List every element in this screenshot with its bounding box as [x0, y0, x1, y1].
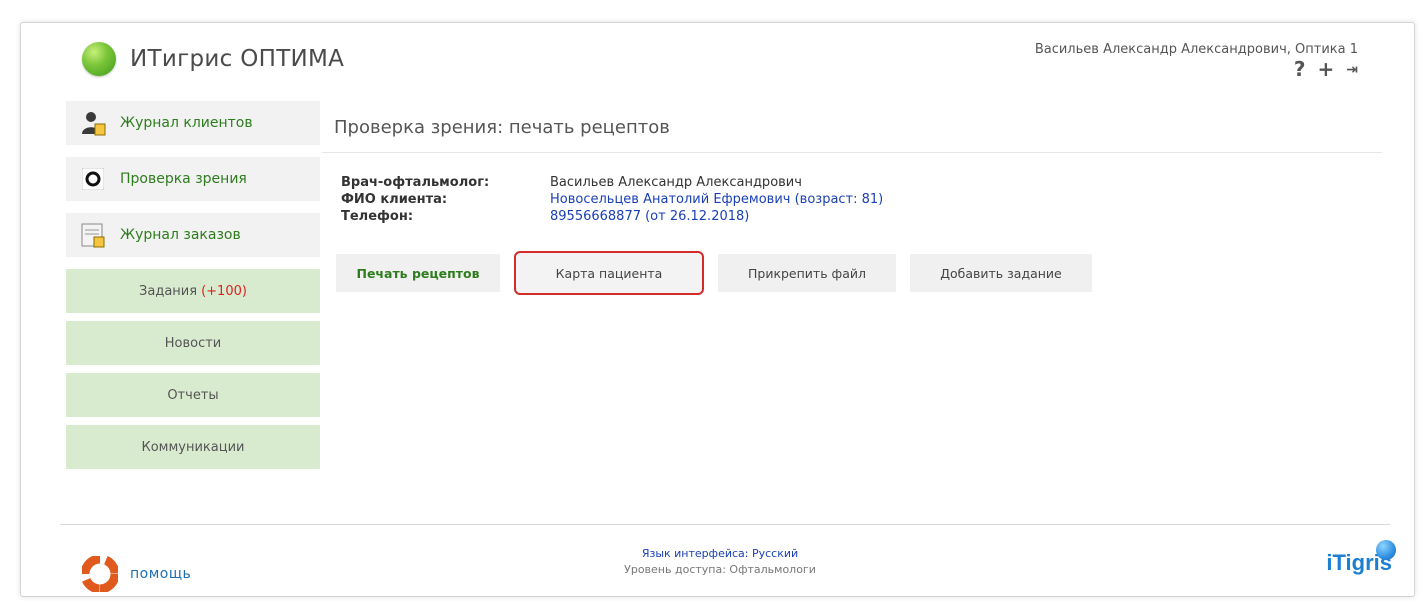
- sidebar-item-news[interactable]: Новости: [66, 321, 320, 365]
- tab-patient-card[interactable]: Карта пациента: [514, 251, 704, 295]
- sidebar-item-label: Задания: [139, 283, 198, 299]
- tab-attach-file[interactable]: Прикрепить файл: [718, 254, 896, 292]
- sidebar: Журнал клиентов Проверка зрения Журнал з…: [66, 101, 320, 477]
- sidebar-item-label: Новости: [164, 335, 222, 351]
- action-tabs: Печать рецептов Карта пациента Прикрепит…: [336, 251, 1092, 295]
- help-link[interactable]: помощь: [82, 556, 191, 592]
- tasks-count-badge: (+100): [201, 283, 247, 299]
- sidebar-item-client-journal[interactable]: Журнал клиентов: [66, 101, 320, 145]
- brand-dot-icon: [1376, 540, 1396, 560]
- sidebar-item-communications[interactable]: Коммуникации: [66, 425, 320, 469]
- header-actions: ? + ⇥: [1035, 59, 1358, 81]
- tab-add-task[interactable]: Добавить задание: [910, 254, 1092, 292]
- help-label: помощь: [130, 566, 192, 582]
- client-name-link[interactable]: Новосельцев Анатолий Ефремович (возраст:…: [550, 191, 883, 208]
- sidebar-item-orders-journal[interactable]: Журнал заказов: [66, 213, 320, 257]
- info-key: Врач-офтальмолог:: [341, 175, 490, 190]
- page-title: Проверка зрения: печать рецептов: [334, 117, 670, 138]
- logo-orb-icon: [82, 42, 116, 76]
- sidebar-item-label: Журнал клиентов: [120, 115, 253, 131]
- client-phone-link[interactable]: 89556668877 (от 26.12.2018): [550, 208, 749, 225]
- footer-divider: [60, 524, 1390, 525]
- help-icon[interactable]: ?: [1294, 59, 1306, 81]
- user-name: Васильев Александр Александрович, Оптика…: [1034, 42, 1358, 57]
- user-block: Васильев Александр Александрович, Оптика…: [1035, 42, 1358, 81]
- orders-journal-icon: [80, 222, 106, 248]
- sidebar-item-eye-check[interactable]: Проверка зрения: [66, 157, 320, 201]
- sidebar-item-label: Проверка зрения: [120, 171, 247, 187]
- interface-language-link[interactable]: Язык интерфейса: Русский: [560, 546, 880, 562]
- doctor-name: Васильев Александр Александрович: [550, 175, 802, 190]
- info-row-client: ФИО клиента: Новосельцев Анатолий Ефремо…: [341, 191, 883, 208]
- access-level: Уровень доступа: Офтальмологи: [624, 563, 816, 576]
- tab-print-prescriptions[interactable]: Печать рецептов: [336, 254, 500, 292]
- sidebar-item-tasks[interactable]: Задания (+100): [66, 269, 320, 313]
- sidebar-item-label: Журнал заказов: [120, 227, 241, 243]
- footer-info: Язык интерфейса: Русский Уровень доступа…: [560, 546, 880, 578]
- sidebar-item-reports[interactable]: Отчеты: [66, 373, 320, 417]
- info-key: Телефон:: [341, 209, 414, 224]
- sidebar-item-label: Коммуникации: [141, 439, 245, 455]
- info-row-phone: Телефон: 89556668877 (от 26.12.2018): [341, 208, 883, 225]
- app-logo[interactable]: ИТигрис ОПТИМА: [82, 42, 344, 76]
- client-journal-icon: [80, 110, 106, 136]
- eye-check-icon: [80, 166, 106, 192]
- info-row-doctor: Врач-офтальмолог: Васильев Александр Але…: [341, 174, 883, 191]
- lifebuoy-icon: [82, 556, 118, 592]
- info-key: ФИО клиента:: [341, 192, 448, 207]
- app-title: ИТигрис ОПТИМА: [130, 46, 345, 72]
- sidebar-item-label: Отчеты: [167, 387, 219, 403]
- title-divider: [322, 152, 1382, 153]
- itigris-brand-logo: iTigris: [1326, 540, 1396, 576]
- logout-icon[interactable]: ⇥: [1346, 59, 1358, 81]
- patient-info: Врач-офтальмолог: Васильев Александр Але…: [341, 174, 883, 225]
- plus-icon[interactable]: +: [1318, 59, 1335, 81]
